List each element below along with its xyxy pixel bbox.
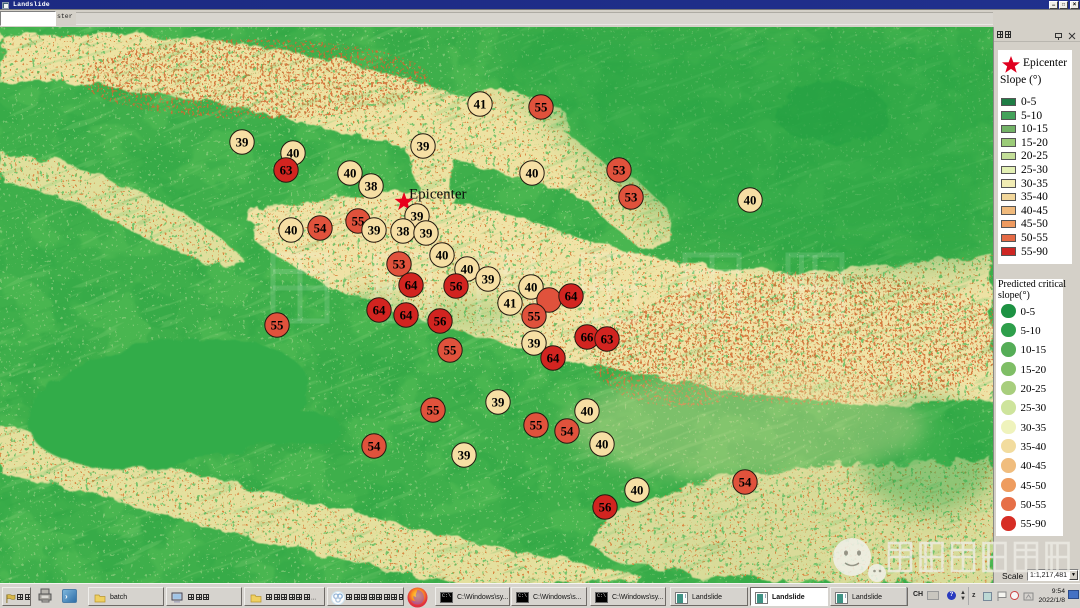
svg-text:64: 64	[405, 279, 418, 293]
svg-text:55: 55	[528, 310, 541, 324]
svg-text:41: 41	[474, 98, 487, 112]
svg-text:40: 40	[436, 249, 449, 263]
svg-text:56: 56	[450, 280, 463, 294]
svg-text:53: 53	[625, 191, 638, 205]
svg-text:39: 39	[482, 273, 495, 287]
svg-text:56: 56	[599, 501, 612, 515]
svg-text:39: 39	[420, 227, 433, 241]
svg-text:56: 56	[434, 315, 447, 329]
svg-text:64: 64	[547, 352, 560, 366]
svg-text:38: 38	[397, 225, 410, 239]
svg-text:39: 39	[236, 136, 249, 150]
svg-text:63: 63	[280, 164, 293, 178]
svg-text:40: 40	[525, 281, 538, 295]
svg-text:40: 40	[526, 167, 539, 181]
svg-text:54: 54	[739, 476, 752, 490]
svg-text:40: 40	[581, 405, 594, 419]
svg-text:Epicenter: Epicenter	[409, 187, 466, 203]
svg-text:54: 54	[368, 440, 381, 454]
svg-text:64: 64	[373, 304, 386, 318]
svg-text:64: 64	[400, 309, 413, 323]
svg-text:55: 55	[444, 344, 457, 358]
svg-text:40: 40	[596, 438, 609, 452]
svg-text:39: 39	[368, 224, 381, 238]
svg-text:41: 41	[504, 297, 517, 311]
svg-text:40: 40	[631, 484, 644, 498]
svg-text:54: 54	[561, 425, 574, 439]
svg-text:39: 39	[528, 337, 541, 351]
svg-text:64: 64	[565, 290, 578, 304]
svg-text:53: 53	[393, 258, 406, 272]
svg-text:40: 40	[344, 167, 357, 181]
svg-text:66: 66	[581, 331, 594, 345]
svg-text:39: 39	[417, 140, 430, 154]
svg-text:39: 39	[458, 449, 471, 463]
svg-text:63: 63	[601, 333, 614, 347]
svg-text:54: 54	[314, 222, 327, 236]
svg-text:55: 55	[427, 404, 440, 418]
svg-text:39: 39	[492, 396, 505, 410]
svg-text:40: 40	[744, 194, 757, 208]
svg-text:55: 55	[530, 419, 543, 433]
svg-text:55: 55	[271, 319, 284, 333]
svg-text:53: 53	[613, 164, 626, 178]
svg-text:55: 55	[535, 101, 548, 115]
svg-text:40: 40	[285, 224, 298, 238]
svg-text:40: 40	[461, 263, 474, 277]
svg-text:38: 38	[365, 180, 378, 194]
